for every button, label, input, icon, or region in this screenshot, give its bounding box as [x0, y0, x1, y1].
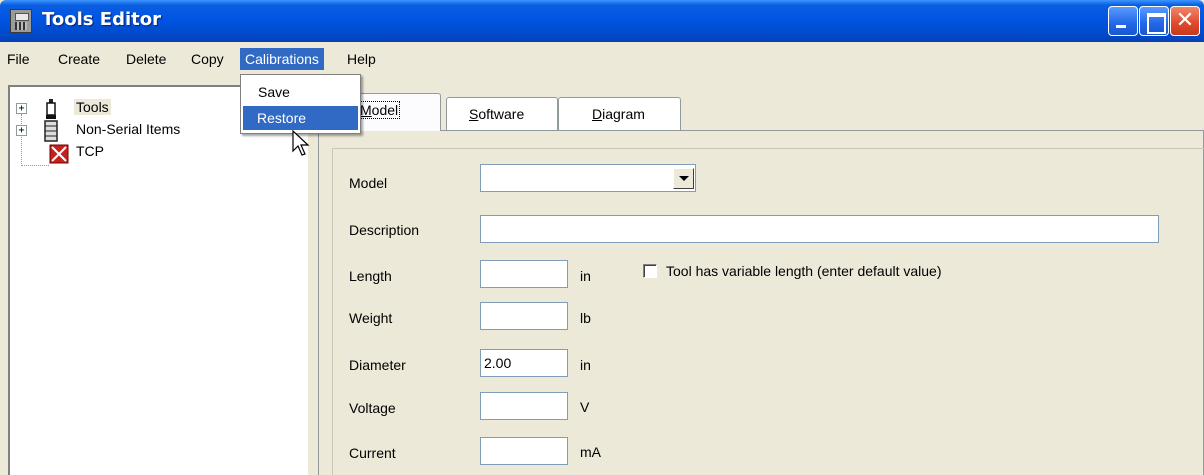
- model-label: Model: [349, 175, 388, 191]
- description-field[interactable]: [480, 215, 1159, 243]
- length-label: Length: [349, 268, 392, 284]
- app-icon[interactable]: [10, 9, 32, 33]
- model-select[interactable]: [480, 164, 696, 192]
- menu-create[interactable]: Create: [53, 48, 105, 70]
- voltage-label: Voltage: [349, 400, 396, 416]
- current-unit: mA: [580, 444, 601, 460]
- close-button[interactable]: ✕: [1170, 6, 1200, 36]
- weight-unit: lb: [580, 310, 591, 326]
- menu-item-restore[interactable]: Restore: [243, 106, 358, 130]
- tree-item-tcp[interactable]: TCP: [16, 142, 296, 164]
- title-bar[interactable]: Tools Editor ✕: [0, 0, 1204, 42]
- weight-label: Weight: [349, 310, 393, 326]
- chevron-down-icon[interactable]: [673, 168, 694, 189]
- form-group-box: [332, 148, 1204, 475]
- diameter-label: Diameter: [349, 357, 406, 373]
- menu-calibrations[interactable]: Calibrations: [240, 48, 324, 70]
- tab-diagram[interactable]: Diagram: [558, 97, 681, 130]
- tree-line: [21, 165, 49, 166]
- close-icon: ✕: [1175, 8, 1195, 33]
- tree-item-label: Non-Serial Items: [76, 121, 181, 137]
- menu-bar: File Create Delete Copy Calibrations Hel…: [0, 45, 1204, 73]
- tab-label: Software: [469, 106, 525, 122]
- maximize-button[interactable]: [1139, 6, 1169, 36]
- diameter-unit: in: [580, 357, 591, 373]
- tcp-icon: [49, 144, 69, 164]
- mouse-cursor-icon: [292, 130, 310, 156]
- variable-length-label[interactable]: Tool has variable length (enter default …: [666, 263, 942, 279]
- diameter-field[interactable]: 2.00: [480, 349, 568, 377]
- tree-panel[interactable]: + Tools + Non-Serial Items TCP: [8, 85, 308, 475]
- menu-delete[interactable]: Delete: [121, 48, 171, 70]
- current-field[interactable]: [480, 437, 568, 465]
- voltage-field[interactable]: [480, 392, 568, 420]
- tree-item-label: TCP: [76, 143, 104, 159]
- description-label: Description: [349, 222, 420, 238]
- non-serial-icon: [44, 120, 58, 142]
- current-label: Current: [349, 445, 396, 461]
- window-title: Tools Editor: [42, 9, 161, 30]
- menu-help[interactable]: Help: [342, 48, 381, 70]
- tab-label: Model: [357, 101, 401, 119]
- minimize-button[interactable]: [1108, 6, 1138, 36]
- weight-field[interactable]: [480, 302, 568, 330]
- voltage-unit: V: [580, 399, 590, 415]
- length-unit: in: [580, 268, 591, 284]
- expand-icon[interactable]: +: [16, 103, 27, 114]
- tree-item-label: Tools: [74, 99, 111, 115]
- expand-icon[interactable]: +: [16, 125, 27, 136]
- tab-software[interactable]: Software: [446, 97, 558, 130]
- tool-icon: [46, 99, 56, 119]
- length-field[interactable]: [480, 260, 568, 288]
- tab-label: Diagram: [592, 106, 645, 122]
- calibrations-dropdown: Save Restore: [240, 74, 361, 134]
- variable-length-checkbox[interactable]: [643, 264, 657, 278]
- menu-item-save[interactable]: Save: [243, 80, 358, 104]
- menu-file[interactable]: File: [2, 48, 35, 70]
- menu-copy[interactable]: Copy: [186, 48, 229, 70]
